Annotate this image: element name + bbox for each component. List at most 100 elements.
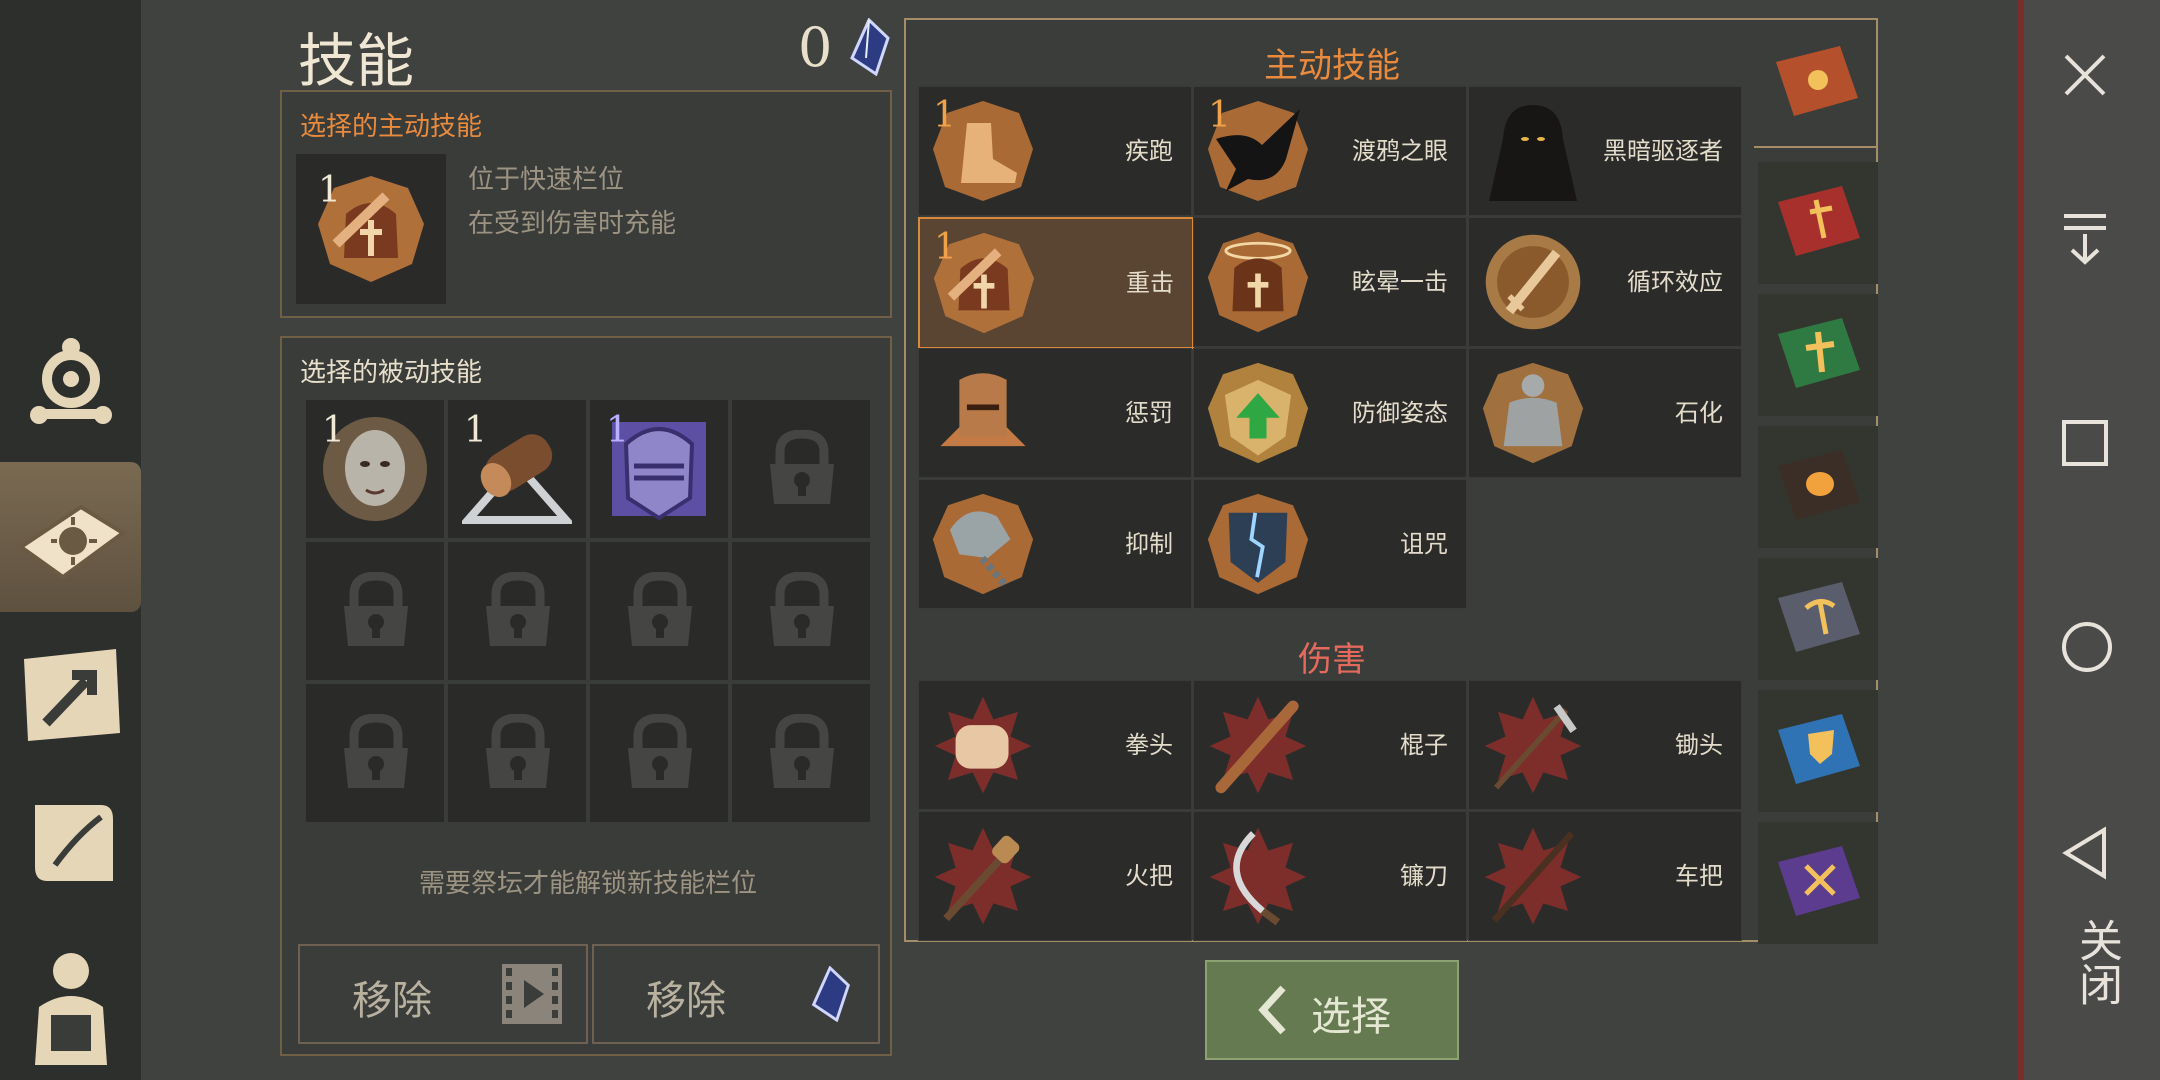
- skill-cell[interactable]: 锄头: [1468, 680, 1742, 810]
- lock-icon: [486, 572, 550, 646]
- passive-slot-locked[interactable]: [448, 542, 586, 680]
- passive-slot-locked[interactable]: [732, 400, 870, 538]
- skill-name: 棍子: [1400, 731, 1448, 759]
- skill-level: 1: [322, 410, 345, 451]
- skill-level: 1: [933, 95, 956, 136]
- skill-level: 1: [934, 227, 957, 268]
- nav-skills[interactable]: [0, 462, 141, 612]
- passive-slot-locked[interactable]: [732, 684, 870, 822]
- skill-cell[interactable]: 拳头: [918, 680, 1192, 810]
- pull-down-icon[interactable]: [2060, 210, 2110, 266]
- skill-cell[interactable]: 惩罚: [918, 348, 1192, 478]
- arrows-book-icon: [1778, 846, 1860, 916]
- skill-cell[interactable]: 棍子: [1193, 680, 1467, 810]
- selected-active-slot[interactable]: 1: [296, 154, 446, 304]
- skill-name: 抑制: [1125, 530, 1173, 558]
- close-icon[interactable]: [2060, 50, 2110, 100]
- book-tab[interactable]: [1758, 162, 1878, 284]
- book-tab[interactable]: [1758, 822, 1878, 944]
- remove-video-button[interactable]: 移除: [298, 944, 588, 1044]
- skill-cell[interactable]: 1 渡鸦之眼: [1193, 86, 1467, 216]
- shield-arrow-icon: [1207, 362, 1309, 464]
- shaft-icon: [1484, 827, 1582, 925]
- back-icon[interactable]: [2060, 826, 2110, 880]
- skill-cell[interactable]: 诅咒: [1193, 479, 1467, 609]
- fist-icon: [934, 696, 1032, 794]
- book-tab[interactable]: [1758, 294, 1878, 416]
- skill-name: 石化: [1675, 399, 1723, 427]
- skill-cell[interactable]: 石化: [1468, 348, 1742, 478]
- home-icon[interactable]: [2060, 620, 2114, 674]
- shield-book-icon: [1778, 714, 1860, 784]
- skill-level: 1: [1208, 95, 1231, 136]
- gear-nodes-icon: [29, 338, 112, 424]
- skill-cell[interactable]: 黑暗驱逐者: [1468, 86, 1742, 216]
- club-icon: [1209, 696, 1307, 794]
- passive-slot-locked[interactable]: [306, 684, 444, 822]
- skill-name: 循环效应: [1627, 268, 1723, 296]
- book-tab[interactable]: [1758, 558, 1878, 680]
- selected-passive-panel: 选择的被动技能 1 1 1 需要祭坛才能解锁新技能栏位 移除 移除: [280, 336, 892, 1056]
- passive-slot-1[interactable]: 1: [306, 400, 444, 538]
- selected-active-panel: 选择的主动技能 1 位于快速栏位 在受到伤害时充能: [280, 90, 892, 318]
- passive-slot-locked[interactable]: [306, 542, 444, 680]
- nav-map[interactable]: [0, 630, 141, 760]
- select-button-label: 选择: [1311, 994, 1391, 1040]
- skill-cell-selected[interactable]: 1 重击: [918, 217, 1194, 349]
- skill-cell[interactable]: 1 疾跑: [918, 86, 1192, 216]
- passive-slot-3[interactable]: 1: [590, 400, 728, 538]
- altar-unlock-hint: 需要祭坛才能解锁新技能栏位: [418, 869, 757, 899]
- crystal-icon: [811, 966, 851, 1022]
- remove-button-label: 移除: [646, 978, 726, 1024]
- skill-name: 防御姿态: [1352, 399, 1448, 427]
- selected-active-label: 选择的主动技能: [300, 112, 483, 142]
- book-tab[interactable]: [1758, 690, 1878, 812]
- passive-slot-2[interactable]: 1: [448, 400, 586, 538]
- passive-slot-locked[interactable]: [448, 684, 586, 822]
- selected-passive-label: 选择的被动技能: [300, 358, 483, 388]
- lock-icon: [344, 714, 408, 788]
- close-label[interactable]: 关闭: [2062, 918, 2122, 1006]
- system-sidebar: 关闭: [2018, 0, 2160, 1080]
- book-tab-selected[interactable]: [1754, 18, 1878, 148]
- skill-level: 1: [606, 410, 629, 451]
- skill-name: 火把: [1125, 862, 1173, 890]
- recent-apps-icon[interactable]: [2060, 418, 2110, 468]
- lock-icon: [770, 714, 834, 788]
- nav-crafting[interactable]: [0, 318, 141, 448]
- skill-name: 镰刀: [1400, 862, 1448, 890]
- skill-level: 1: [464, 410, 487, 451]
- passive-slot-locked[interactable]: [732, 542, 870, 680]
- left-navigation: [0, 0, 141, 1080]
- nav-character[interactable]: [0, 930, 141, 1080]
- skill-cell[interactable]: 防御姿态: [1193, 348, 1467, 478]
- skill-cell[interactable]: 镰刀: [1193, 811, 1467, 941]
- remove-crystal-button[interactable]: 移除: [592, 944, 880, 1044]
- scroll-quill-icon: [34, 805, 113, 881]
- skill-cell[interactable]: 车把: [1468, 811, 1742, 941]
- book-tab[interactable]: [1758, 426, 1878, 548]
- hooded-figure-icon: [1489, 105, 1577, 201]
- torch-icon: [934, 827, 1032, 925]
- nav-quests[interactable]: [0, 780, 141, 910]
- skill-cell[interactable]: 循环效应: [1468, 217, 1742, 347]
- dagger-book-icon: [1778, 186, 1860, 256]
- passive-slot-locked[interactable]: [590, 542, 728, 680]
- video-play-icon: [502, 964, 562, 1024]
- sword-shield-icon: [1485, 234, 1581, 330]
- remove-button-label: 移除: [352, 978, 432, 1024]
- skill-cell[interactable]: 火把: [918, 811, 1192, 941]
- skill-name: 车把: [1675, 862, 1723, 890]
- passive-slot-locked[interactable]: [590, 684, 728, 822]
- lock-icon: [628, 714, 692, 788]
- skill-name: 重击: [1126, 269, 1174, 297]
- skill-cell[interactable]: 抑制: [918, 479, 1192, 609]
- select-button[interactable]: 选择: [1205, 960, 1459, 1060]
- skill-cell[interactable]: 眩晕一击: [1193, 217, 1467, 347]
- crystal-icon: [850, 18, 890, 76]
- skill-name: 眩晕一击: [1352, 268, 1448, 296]
- knight-helmet-icon: [940, 373, 1026, 447]
- skill-name: 黑暗驱逐者: [1603, 137, 1723, 165]
- cursed-shield-icon: [1207, 493, 1309, 595]
- active-desc-line2: 在受到伤害时充能: [468, 209, 677, 239]
